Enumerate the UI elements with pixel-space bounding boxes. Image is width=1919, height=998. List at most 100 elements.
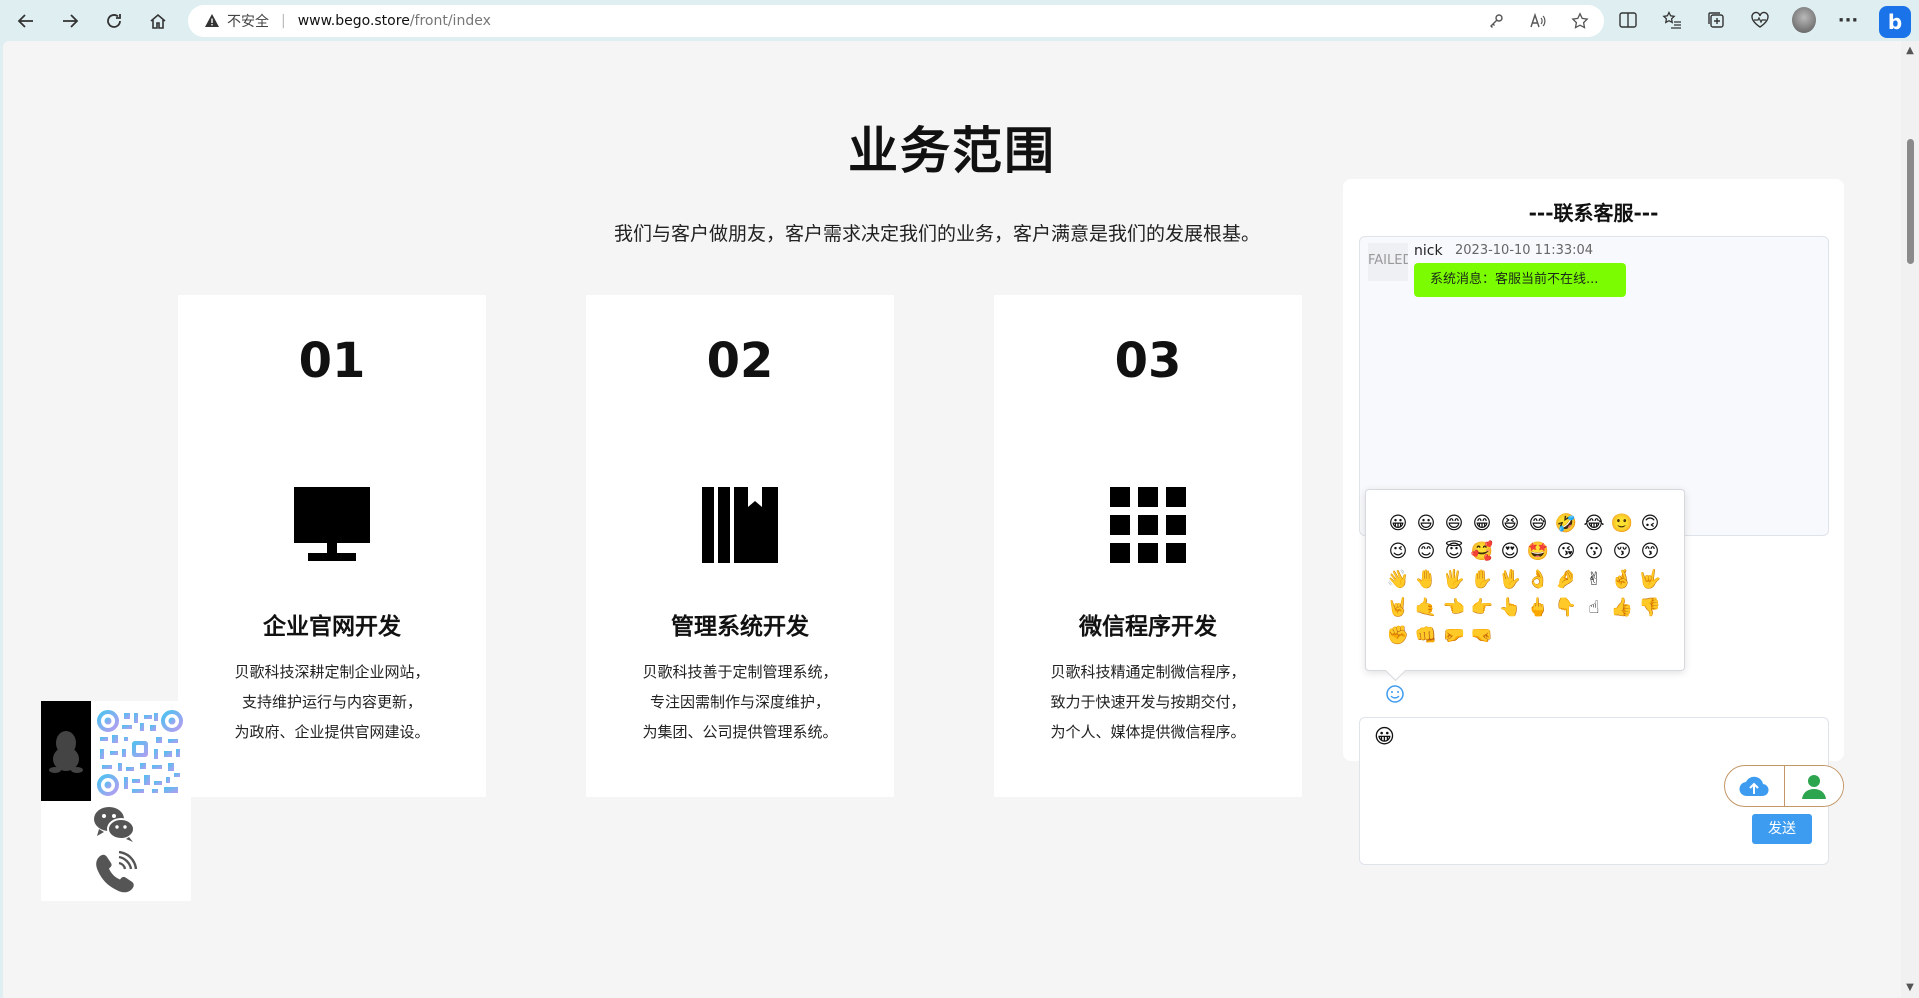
- card-desc-line: 为政府、企业提供官网建设。: [234, 723, 430, 741]
- emoji-toggle-icon[interactable]: [1385, 684, 1405, 704]
- chat-panel-footer: [1404, 761, 1734, 791]
- emoji-option[interactable]: 😚: [1608, 538, 1636, 566]
- service-card-wechat: 03 微信程序开发 贝歌科技精通定制微信程序， 致力于快速开发与按期交付， 为个…: [994, 295, 1302, 797]
- emoji-option[interactable]: 👆: [1496, 594, 1524, 622]
- emoji-option[interactable]: 🤩: [1524, 538, 1552, 566]
- phone-icon[interactable]: [93, 851, 137, 895]
- message-time: 2023-10-10 11:33:04: [1455, 243, 1594, 258]
- card-desc-line: 为集团、公司提供管理系统。: [642, 723, 838, 741]
- forward-button[interactable]: [56, 8, 84, 34]
- emoji-option[interactable]: 🤞: [1608, 566, 1636, 594]
- emoji-option[interactable]: 🤛: [1440, 622, 1468, 650]
- emoji-option[interactable]: 😘: [1552, 538, 1580, 566]
- page-subtitle: 我们与客户做朋友，客户需求决定我们的业务，客户满意是我们的发展根基。: [614, 223, 1261, 245]
- emoji-option[interactable]: 👋: [1384, 566, 1412, 594]
- emoji-option[interactable]: 😁: [1468, 510, 1496, 538]
- emoji-grid-filler: [1524, 622, 1552, 650]
- emoji-option[interactable]: 🤘: [1384, 594, 1412, 622]
- page-scrollbar[interactable]: ▲ ▼: [1901, 41, 1919, 998]
- emoji-option[interactable]: 🤚: [1412, 566, 1440, 594]
- emoji-option[interactable]: 👌: [1524, 566, 1552, 594]
- emoji-option[interactable]: 🤣: [1552, 510, 1580, 538]
- address-bar[interactable]: 不安全 | www.bego.store/front/index: [188, 5, 1604, 37]
- emoji-option[interactable]: 😗: [1580, 538, 1608, 566]
- home-icon: [150, 13, 166, 29]
- emoji-grid-filler: [1552, 622, 1580, 650]
- bing-chat-button[interactable]: b: [1879, 6, 1911, 38]
- emoji-option[interactable]: 👊: [1412, 622, 1440, 650]
- emoji-option[interactable]: 😅: [1524, 510, 1552, 538]
- message-input-value: 😀: [1374, 724, 1395, 748]
- more-menu-icon[interactable]: ···: [1836, 8, 1860, 32]
- emoji-option[interactable]: 👇: [1552, 594, 1580, 622]
- emoji-option[interactable]: 😍: [1496, 538, 1524, 566]
- emoji-option[interactable]: 😂: [1580, 510, 1608, 538]
- emoji-option[interactable]: ☝: [1580, 594, 1608, 622]
- key-icon[interactable]: [1486, 11, 1506, 31]
- card-desc-line: 贝歌科技善于定制管理系统，: [642, 663, 838, 681]
- scrollbar-thumb[interactable]: [1907, 139, 1914, 264]
- emoji-option[interactable]: ✋: [1468, 566, 1496, 594]
- card-desc-line: 专注因需制作与深度维护，: [649, 693, 830, 711]
- emoji-picker: 😀 😃 😄 😁 😆 😅 🤣 😂 🙂 🙃 😉 😊 😇 🥰 😍 🤩 😘 😗 😚 😙 👋 🤚 🖐 ✋ 🖖 👌 🤌 ✌ 🤞 🤟 🤘 🤙 👈 👉 👆 🖕 👇 ☝ 👍 👎…: [1365, 489, 1685, 671]
- page-title: 业务范围: [848, 122, 1056, 180]
- emoji-option[interactable]: 😊: [1412, 538, 1440, 566]
- scroll-up-arrow[interactable]: ▲: [1904, 45, 1916, 57]
- split-screen-icon[interactable]: [1616, 8, 1640, 32]
- warning-icon: [205, 14, 219, 27]
- emoji-option[interactable]: ✌: [1580, 566, 1608, 594]
- scroll-down-arrow[interactable]: ▼: [1904, 982, 1916, 994]
- user-profile-button[interactable]: [1783, 766, 1843, 806]
- emoji-grid-filler: [1608, 622, 1636, 650]
- emoji-option[interactable]: 🖕: [1524, 594, 1552, 622]
- home-button[interactable]: [144, 8, 172, 34]
- emoji-option[interactable]: 😇: [1440, 538, 1468, 566]
- insecure-label: 不安全: [227, 14, 269, 30]
- emoji-option[interactable]: ✊: [1384, 622, 1412, 650]
- qq-button[interactable]: [41, 701, 91, 801]
- emoji-option[interactable]: 🖖: [1496, 566, 1524, 594]
- reload-button[interactable]: [100, 8, 128, 34]
- bookmark-book-icon: [702, 487, 778, 563]
- health-heart-icon[interactable]: [1748, 8, 1772, 32]
- read-aloud-icon[interactable]: [1528, 11, 1548, 31]
- card-desc-line: 为个人、媒体提供微信程序。: [1050, 723, 1246, 741]
- emoji-option[interactable]: 🤜: [1468, 622, 1496, 650]
- message-sender: nick: [1414, 243, 1443, 259]
- emoji-option[interactable]: 😙: [1636, 538, 1664, 566]
- card-description: 贝歌科技精通定制微信程序， 致力于快速开发与按期交付， 为个人、媒体提供微信程序…: [994, 657, 1302, 747]
- upload-button[interactable]: [1725, 766, 1784, 806]
- emoji-grid-filler: [1496, 622, 1524, 650]
- reload-icon: [107, 14, 121, 28]
- message-avatar: FAILED: [1368, 243, 1408, 281]
- card-desc-line: 致力于快速开发与按期交付，: [1050, 693, 1246, 711]
- emoji-option[interactable]: 😉: [1384, 538, 1412, 566]
- profile-avatar[interactable]: [1792, 7, 1816, 33]
- emoji-option[interactable]: 🖐: [1440, 566, 1468, 594]
- cloud-upload-icon: [1739, 776, 1770, 797]
- emoji-option[interactable]: 🤌: [1552, 566, 1580, 594]
- service-card-management: 02 管理系统开发 贝歌科技善于定制管理系统， 专注因需制作与深度维护， 为集团…: [586, 295, 894, 797]
- emoji-option[interactable]: 🙂: [1608, 510, 1636, 538]
- emoji-option[interactable]: 👈: [1440, 594, 1468, 622]
- emoji-grid: 😀 😃 😄 😁 😆 😅 🤣 😂 🙂 🙃 😉 😊 😇 🥰 😍 🤩 😘 😗 😚 😙 👋 🤚 🖐 ✋ 🖖 👌 🤌 ✌ 🤞 🤟 🤘 🤙 👈 👉 👆 🖕 👇 ☝ 👍 👎…: [1384, 510, 1664, 650]
- emoji-option[interactable]: 😀: [1384, 510, 1412, 538]
- emoji-option[interactable]: 👎: [1636, 594, 1664, 622]
- wechat-icon[interactable]: [91, 803, 137, 845]
- emoji-option[interactable]: 😆: [1496, 510, 1524, 538]
- emoji-option[interactable]: 😄: [1440, 510, 1468, 538]
- emoji-option[interactable]: 🙃: [1636, 510, 1664, 538]
- favorites-list-icon[interactable]: [1660, 8, 1684, 32]
- emoji-grid-filler: [1580, 622, 1608, 650]
- emoji-option[interactable]: 🤙: [1412, 594, 1440, 622]
- emoji-option[interactable]: 🤟: [1636, 566, 1664, 594]
- emoji-option[interactable]: 👍: [1608, 594, 1636, 622]
- emoji-option[interactable]: 👉: [1468, 594, 1496, 622]
- favorite-star-icon[interactable]: [1570, 11, 1590, 31]
- back-button[interactable]: [12, 8, 40, 34]
- send-button[interactable]: 发送: [1752, 814, 1812, 844]
- emoji-option[interactable]: 😃: [1412, 510, 1440, 538]
- collections-icon[interactable]: [1704, 8, 1728, 32]
- user-icon: [1801, 775, 1826, 799]
- emoji-option[interactable]: 🥰: [1468, 538, 1496, 566]
